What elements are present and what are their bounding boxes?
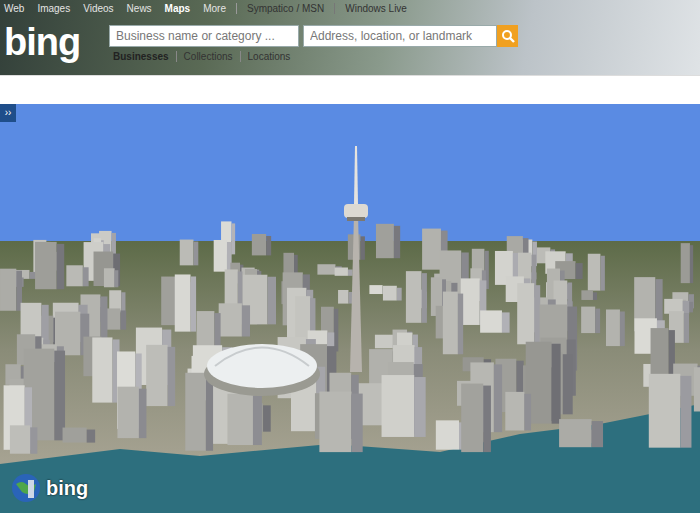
building	[117, 387, 146, 438]
building	[35, 242, 64, 289]
nav-link[interactable]: Videos	[83, 3, 113, 14]
toolbar-strip	[0, 75, 700, 104]
nav-link[interactable]: Images	[37, 3, 70, 14]
building	[227, 394, 261, 445]
building	[92, 337, 119, 402]
nav-links: Web Images Videos News Maps More	[4, 3, 237, 14]
building	[185, 373, 213, 451]
building	[66, 265, 88, 286]
search-tab[interactable]: Businesses	[109, 51, 176, 62]
building	[559, 419, 603, 447]
watermark-text: bing	[46, 477, 88, 500]
building	[180, 240, 199, 266]
search-row: bing BusinessesCollectionsLocations	[0, 15, 700, 62]
building	[376, 224, 400, 258]
building	[581, 290, 597, 300]
city-3d-scene	[0, 104, 700, 513]
bing-logo[interactable]: bing	[0, 25, 109, 59]
map-view[interactable]: ›› bing	[0, 104, 700, 513]
cn-tower	[344, 146, 368, 372]
bing-maps-page: Web Images Videos News Maps More Sympatico / …	[0, 0, 700, 513]
bing-watermark: bing	[10, 472, 88, 504]
magnifier-icon	[501, 29, 515, 43]
building	[681, 243, 693, 283]
building	[146, 345, 175, 406]
header: Web Images Videos News Maps More Sympatico / …	[0, 0, 700, 75]
globe-icon	[10, 472, 42, 504]
building	[104, 268, 118, 287]
building	[443, 292, 463, 355]
building	[694, 367, 700, 411]
building	[505, 392, 531, 431]
building	[649, 374, 692, 448]
location-search-input[interactable]	[303, 25, 497, 47]
building	[383, 286, 402, 301]
building	[480, 310, 509, 332]
building	[517, 283, 540, 344]
search-fields	[109, 25, 518, 47]
nav-link[interactable]: Maps	[165, 3, 191, 14]
building	[252, 234, 271, 255]
search-tabs: BusinessesCollectionsLocations	[109, 51, 518, 62]
business-search-input[interactable]	[109, 25, 299, 47]
sky	[0, 104, 700, 244]
nav-link[interactable]: Web	[4, 3, 24, 14]
building	[338, 290, 352, 304]
building	[335, 268, 353, 276]
building	[214, 240, 232, 272]
building	[283, 253, 297, 275]
stadium-dome	[204, 344, 320, 396]
nav-link[interactable]: More	[203, 3, 226, 14]
building	[219, 303, 250, 336]
panel-toggle-button[interactable]: ››	[0, 104, 16, 122]
top-nav: Web Images Videos News Maps More Sympatico / …	[0, 0, 700, 15]
building	[382, 375, 426, 437]
building	[0, 269, 22, 311]
building	[10, 425, 37, 453]
building	[581, 307, 600, 333]
search-tab[interactable]: Collections	[176, 51, 240, 62]
search-area: BusinessesCollectionsLocations	[109, 25, 518, 62]
building	[175, 274, 196, 331]
building	[588, 254, 605, 291]
building	[319, 392, 362, 453]
building	[461, 384, 491, 453]
search-tab[interactable]: Locations	[240, 51, 298, 62]
building	[406, 271, 427, 323]
partner-link[interactable]: Sympatico / MSN	[237, 3, 335, 14]
partner-link[interactable]: Windows Live	[335, 3, 417, 14]
nav-link[interactable]: News	[127, 3, 152, 14]
building	[606, 309, 625, 346]
land	[0, 241, 700, 513]
building	[63, 428, 96, 443]
search-button[interactable]	[497, 25, 518, 47]
